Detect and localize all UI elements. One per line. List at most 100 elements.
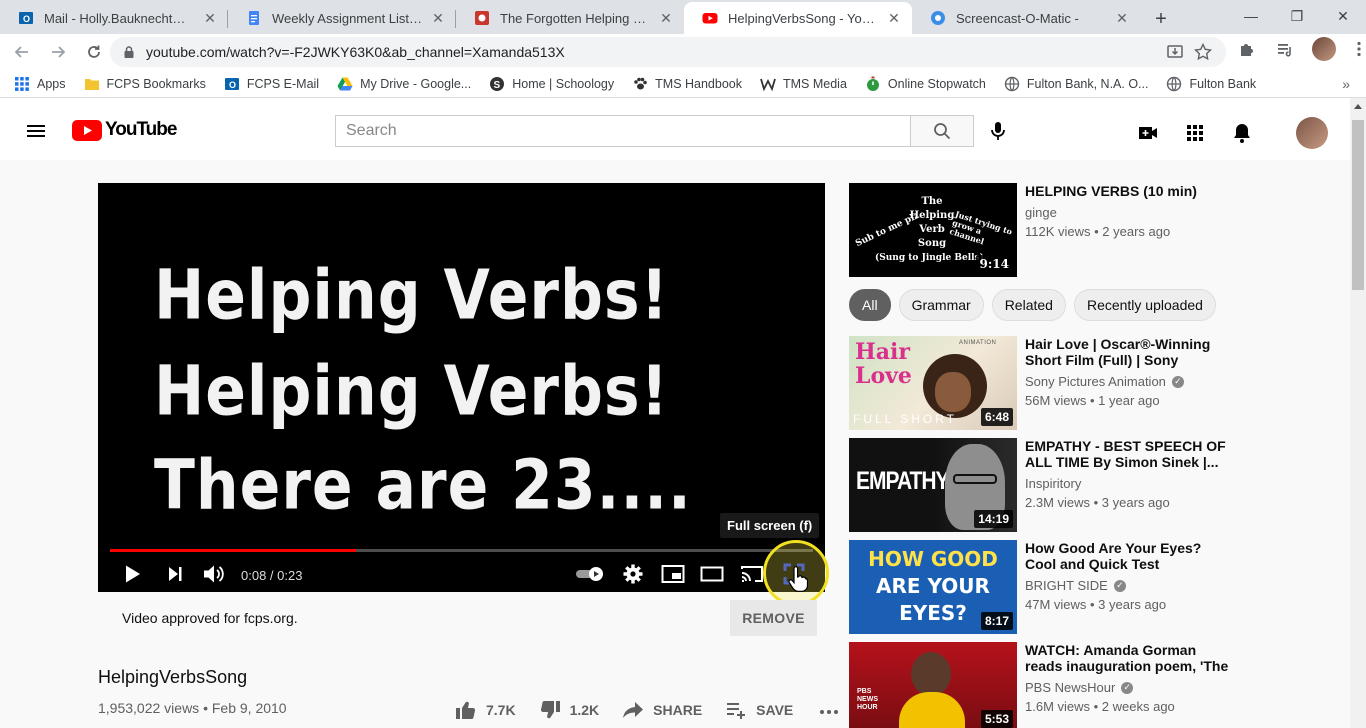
video-thumbnail[interactable]: Hair Love ANIMATION FULL SHORT 6:48 [849, 336, 1017, 430]
chip-grammar[interactable]: Grammar [898, 289, 984, 321]
related-title[interactable]: WATCH: Amanda Gorman reads inauguration … [1025, 642, 1229, 674]
chrome-menu-icon[interactable] [1348, 38, 1366, 60]
chip-related[interactable]: Related [991, 289, 1066, 321]
search-button[interactable] [910, 115, 974, 147]
related-title[interactable]: Hair Love | Oscar®-Winning Short Film (F… [1025, 336, 1229, 368]
maximize-icon[interactable]: ❐ [1274, 0, 1320, 32]
thumb-text: HOW GOOD [868, 547, 998, 571]
svg-text:O: O [229, 80, 236, 90]
related-video[interactable]: PBS NEWS HOUR 5:53 WATCH: Amanda Gorman … [849, 642, 1229, 728]
bookmark-fulton-bank[interactable]: Fulton Bank [1166, 76, 1256, 92]
related-channel[interactable]: BRIGHT SIDE ✓ [1025, 578, 1229, 593]
tab-youtube[interactable]: HelpingVerbsSong - YouTube ✕ [684, 2, 912, 34]
more-actions-button[interactable] [817, 698, 849, 722]
notifications-bell-icon[interactable] [1230, 121, 1254, 145]
video-thumbnail[interactable]: PBS NEWS HOUR 5:53 [849, 642, 1017, 728]
extensions-puzzle-icon[interactable] [1236, 38, 1258, 60]
video-thumbnail[interactable]: EMPATHY 14:19 [849, 438, 1017, 532]
channel-name: BRIGHT SIDE [1025, 578, 1108, 593]
bookmark-my-drive[interactable]: My Drive - Google... [337, 76, 471, 92]
related-channel[interactable]: Inspiritory [1025, 476, 1229, 491]
close-tab-icon[interactable]: ✕ [202, 10, 218, 26]
theater-mode-button[interactable] [697, 559, 727, 589]
chip-all[interactable]: All [849, 289, 891, 321]
mute-button[interactable] [199, 559, 229, 589]
autoplay-toggle[interactable] [572, 559, 608, 589]
close-tab-icon[interactable]: ✕ [1114, 10, 1130, 26]
apps-grid-icon[interactable] [1183, 121, 1207, 145]
address-bar[interactable]: youtube.com/watch?v=-F2JWKY63K0&ab_chann… [110, 37, 1226, 67]
related-video[interactable]: HOW GOOD ARE YOUR EYES? 8:17 How Good Ar… [849, 540, 1229, 634]
youtube-logo[interactable]: YouTube [72, 119, 177, 141]
video-title: HelpingVerbsSong [98, 667, 248, 687]
bookmark-fulton-bank-na[interactable]: Fulton Bank, N.A. O... [1004, 76, 1148, 92]
related-title[interactable]: How Good Are Your Eyes? Cool and Quick T… [1025, 540, 1229, 572]
bookmark-schoology[interactable]: S Home | Schoology [489, 76, 614, 92]
related-video[interactable]: EMPATHY 14:19 EMPATHY - BEST SPEECH OF A… [849, 438, 1229, 532]
chip-recently-uploaded[interactable]: Recently uploaded [1073, 289, 1216, 321]
like-button[interactable]: 7.7K [454, 698, 516, 722]
page-scrollbar[interactable] [1350, 98, 1366, 728]
tab-weekly-assignment[interactable]: Weekly Assignment List: Week ✕ [228, 2, 456, 34]
bookmark-star-icon[interactable] [1192, 41, 1214, 63]
play-button[interactable] [117, 559, 147, 589]
related-channel[interactable]: Sony Pictures Animation ✓ [1025, 374, 1229, 389]
remove-button[interactable]: REMOVE [730, 600, 817, 636]
related-channel[interactable]: PBS NewsHour ✓ [1025, 680, 1229, 695]
video-player[interactable]: Helping Verbs! Helping Verbs! There are … [98, 183, 825, 592]
account-avatar[interactable] [1296, 117, 1328, 149]
related-title[interactable]: EMPATHY - BEST SPEECH OF ALL TIME By Sim… [1025, 438, 1229, 470]
tab-screencast[interactable]: Screencast-O-Matic - ✕ [912, 2, 1140, 34]
verified-check-icon: ✓ [1171, 375, 1184, 388]
profile-avatar[interactable] [1312, 37, 1336, 61]
bookmarks-overflow-icon[interactable]: » [1342, 76, 1350, 92]
bookmark-fcps-email[interactable]: O FCPS E-Mail [224, 76, 319, 92]
related-channel[interactable]: ginge [1025, 205, 1229, 220]
forward-button[interactable] [42, 36, 74, 68]
bookmark-tms-handbook[interactable]: TMS Handbook [632, 76, 742, 92]
save-button[interactable]: SAVE [724, 698, 793, 722]
related-video[interactable]: The Helping Verb Song (Sung to Jingle Be… [849, 183, 1229, 277]
share-button[interactable]: SHARE [621, 698, 702, 722]
filter-chips: All Grammar Related Recently uploaded [849, 289, 1216, 321]
scrollbar-thumb[interactable] [1352, 120, 1364, 290]
hamburger-menu-icon[interactable] [24, 119, 48, 143]
minimize-icon[interactable]: — [1228, 0, 1274, 32]
svg-text:S: S [494, 80, 501, 91]
create-video-icon[interactable] [1136, 121, 1160, 145]
video-thumbnail[interactable]: The Helping Verb Song (Sung to Jingle Be… [849, 183, 1017, 277]
close-window-icon[interactable]: ✕ [1320, 0, 1366, 32]
bookmark-fcps-bookmarks[interactable]: FCPS Bookmarks [84, 76, 206, 92]
microphone-icon[interactable] [986, 119, 1010, 143]
skip-next-icon [169, 567, 182, 581]
tab-mail[interactable]: O Mail - Holly.Bauknecht@fcps.o ✕ [0, 2, 228, 34]
close-tab-icon[interactable]: ✕ [658, 10, 674, 26]
bookmark-online-stopwatch[interactable]: Online Stopwatch [865, 76, 986, 92]
search-input[interactable]: Search [335, 115, 911, 147]
related-title[interactable]: HELPING VERBS (10 min) [1025, 183, 1229, 199]
media-queue-icon[interactable] [1274, 38, 1296, 60]
reload-button[interactable] [78, 36, 110, 68]
forward-arrow-icon [52, 46, 66, 58]
verified-check-icon: ✓ [1121, 681, 1134, 694]
docs-icon [249, 11, 259, 25]
progress-bar[interactable] [110, 549, 813, 552]
settings-button[interactable] [618, 559, 648, 589]
related-video[interactable]: Hair Love ANIMATION FULL SHORT 6:48 Hair… [849, 336, 1229, 430]
reload-icon [88, 45, 100, 58]
related-stats: 47M views • 3 years ago [1025, 597, 1167, 612]
close-tab-icon[interactable]: ✕ [886, 10, 902, 26]
video-thumbnail[interactable]: HOW GOOD ARE YOUR EYES? 8:17 [849, 540, 1017, 634]
close-tab-icon[interactable]: ✕ [430, 10, 446, 26]
tab-forgotten-helping-verbs[interactable]: The Forgotten Helping Verbs : ✕ [456, 2, 684, 34]
scroll-up-icon[interactable] [1354, 104, 1362, 109]
back-button[interactable] [6, 36, 38, 68]
dislike-button[interactable]: 1.2K [538, 698, 599, 722]
gear-icon [623, 564, 643, 584]
miniplayer-button[interactable] [658, 559, 688, 589]
next-button[interactable] [160, 559, 190, 589]
bookmark-tms-media[interactable]: TMS Media [760, 76, 847, 92]
install-icon[interactable] [1164, 41, 1186, 63]
new-tab-button[interactable]: + [1146, 4, 1176, 34]
bookmark-apps[interactable]: Apps [14, 76, 66, 92]
